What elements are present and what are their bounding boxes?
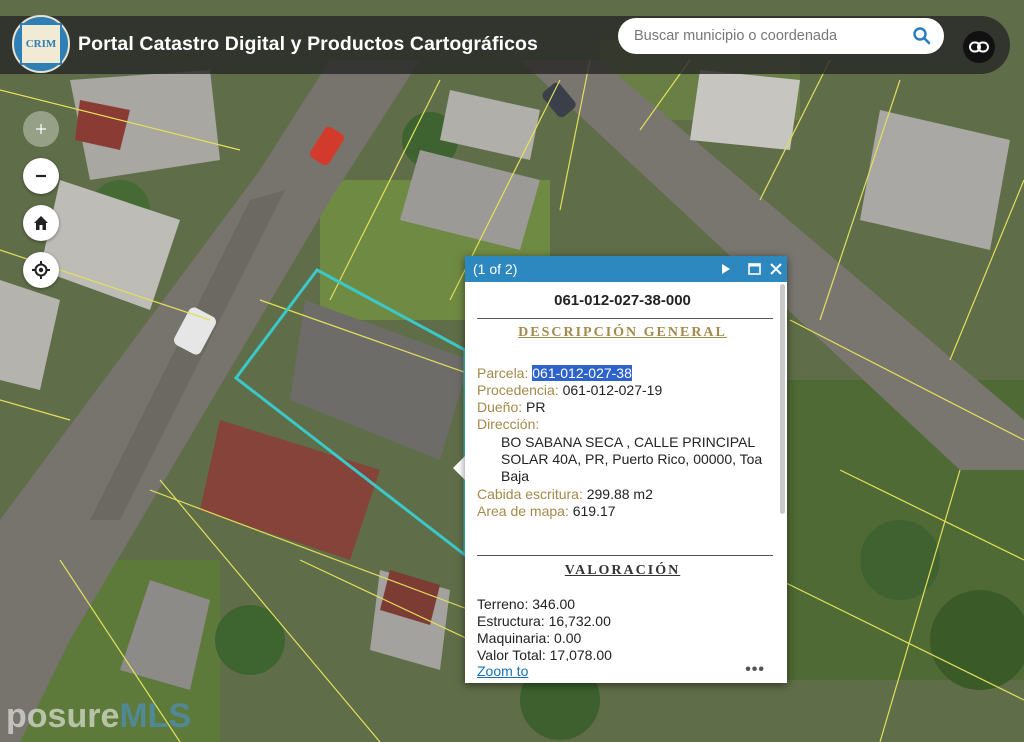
valuation-total: Valor Total: 17,078.00 [477,647,612,662]
home-icon [34,216,48,230]
search-box [618,18,944,54]
zoom-out-button[interactable] [23,158,59,194]
parcel-popup: (1 of 2) 061-012-027-38-000 DESCRIPCIÓN … [465,256,787,683]
direccion-label: Dirección: [477,416,540,432]
cabida-value: 299.88 m2 [586,486,653,502]
logo-text: CRIM [20,23,62,65]
field-parcela: Parcela: 061-012-027-38 [477,365,632,382]
home-button[interactable] [23,205,59,241]
share-link-button[interactable] [963,31,995,63]
valuation-maquinaria: Maquinaria: 0.00 [477,630,582,646]
procedencia-value: 061-012-027-19 [562,382,663,398]
dueno-value: PR [526,399,546,415]
play-icon [722,264,730,274]
maximize-icon [747,263,761,275]
dueno-label: Dueño: [477,399,527,415]
area-value: 619.17 [572,503,616,519]
field-procedencia: Procedencia: 061-012-027-19 [477,382,662,399]
popup-footer: Zoom to ••• [465,661,787,683]
parcela-value[interactable]: 061-012-027-38 [532,365,632,381]
search-input[interactable] [634,18,894,54]
valuation-estructura: Estructura: 16,732.00 [477,613,611,629]
parcela-label: Parcela: [477,365,533,381]
link-icon [969,41,989,53]
search-icon [913,27,931,45]
locate-button[interactable] [23,252,59,288]
procedencia-label: Procedencia: [477,382,563,398]
zoom-to-link[interactable]: Zoom to [477,663,528,679]
parcel-id-heading: 061-012-027-38-000 [554,292,691,309]
next-feature-button[interactable] [717,260,735,278]
cabida-label: Cabida escritura: [477,486,587,502]
watermark: posureMLS [6,697,191,736]
more-actions-button[interactable]: ••• [745,661,765,679]
valuation-title: VALORACIÓN [564,563,681,578]
field-area-mapa: Area de mapa: 619.17 [477,503,616,520]
plus-icon [36,124,46,134]
maximize-button[interactable] [745,260,763,278]
divider [477,555,773,556]
minus-icon [36,174,46,178]
app-title: Portal Catastro Digital y Productos Cart… [78,33,538,55]
general-description-title: DESCRIPCIÓN GENERAL [518,325,727,340]
popup-body[interactable]: 061-012-027-38-000 DESCRIPCIÓN GENERAL P… [465,282,780,662]
field-cabida: Cabida escritura: 299.88 m2 [477,486,653,503]
close-button[interactable] [767,260,785,278]
close-icon [770,263,782,275]
popup-scrollbar[interactable] [780,284,785,514]
crim-logo[interactable]: CRIM [12,15,70,73]
area-label: Area de mapa: [477,503,573,519]
field-dueno: Dueño: PR [477,399,546,416]
watermark-text: posure [6,697,120,735]
popup-feature-count: (1 of 2) [473,261,518,277]
search-button[interactable] [908,22,936,50]
divider [477,318,773,319]
field-direccion: Dirección: [477,416,539,433]
valuation-terreno: Terreno: 346.00 [477,596,576,612]
popup-header: (1 of 2) [465,256,787,282]
locate-icon [32,261,50,279]
direccion-value: BO SABANA SECA , CALLE PRINCIPAL SOLAR 4… [501,434,763,484]
watermark-mls: MLS [119,697,192,735]
zoom-in-button[interactable] [23,111,59,147]
